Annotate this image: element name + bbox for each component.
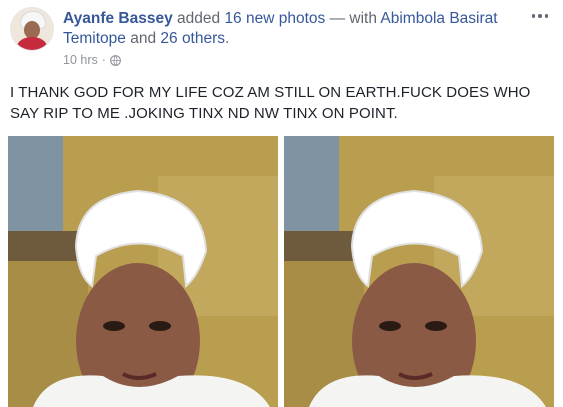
meta-separator: · [101, 53, 106, 67]
with-text: — with [325, 10, 381, 27]
photos-count-link[interactable]: 16 new photos [224, 10, 325, 27]
timestamp-link[interactable]: 10 hrs [63, 53, 98, 67]
post-header-line: Ayanfe Bassey added 16 new photos — with… [63, 9, 518, 49]
action-text: added [172, 10, 225, 27]
avatar[interactable] [10, 7, 54, 51]
post-body-text: I THANK GOD FOR MY LIFE COZ AM STILL ON … [10, 84, 531, 122]
others-link[interactable]: 26 others [160, 30, 225, 47]
post-header: Ayanfe Bassey added 16 new photos — with… [10, 7, 550, 67]
globe-icon[interactable] [110, 54, 121, 66]
post-photo-1[interactable] [8, 136, 278, 407]
period-text: . [225, 30, 230, 47]
and-text: and [125, 30, 161, 47]
more-options-icon[interactable] [530, 9, 550, 23]
author-name-link[interactable]: Ayanfe Bassey [63, 10, 173, 27]
post-meta: 10 hrs · [63, 53, 121, 67]
post-photo-2[interactable] [284, 136, 554, 407]
